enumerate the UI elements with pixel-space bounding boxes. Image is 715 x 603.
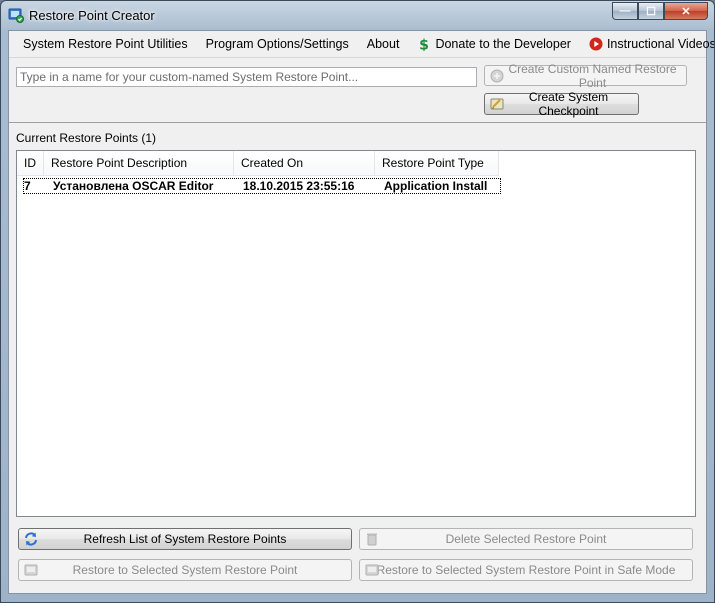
restore-button[interactable]: Restore to Selected System Restore Point (18, 559, 352, 581)
column-header-id[interactable]: ID (17, 151, 44, 175)
cell-description: Установлена OSCAR Editor (53, 179, 214, 193)
menu-instructional-videos[interactable]: Instructional Videos (580, 32, 715, 56)
title-bar[interactable]: Restore Point Creator — ☐ ✕ (1, 1, 714, 29)
menu-program-options[interactable]: Program Options/Settings (197, 32, 358, 56)
delete-restore-point-button[interactable]: Delete Selected Restore Point (359, 528, 693, 550)
menu-label: About (366, 37, 400, 51)
menu-bar: System Restore Point Utilities Program O… (9, 31, 714, 58)
app-window: Restore Point Creator — ☐ ✕ System Resto… (0, 0, 715, 603)
maximize-button[interactable]: ☐ (638, 2, 664, 20)
restore-icon (24, 564, 38, 576)
refresh-icon (25, 532, 37, 546)
column-header-description[interactable]: Restore Point Description (44, 151, 234, 175)
dollar-icon: $ (420, 38, 430, 52)
current-restore-points-label: Current Restore Points (1) (16, 131, 157, 145)
create-system-checkpoint-button[interactable]: Create System Checkpoint (484, 90, 639, 118)
menu-label: Instructional Videos (606, 37, 715, 51)
restore-label: Restore to Selected System Restore Point (72, 563, 298, 577)
window-controls: — ☐ ✕ (612, 2, 708, 20)
list-header: ID Restore Point Description Created On … (17, 151, 499, 176)
menu-donate[interactable]: $ Donate to the Developer (408, 32, 580, 56)
client-area: System Restore Point Utilities Program O… (8, 30, 714, 594)
cell-type: Application Install (384, 179, 488, 193)
checkpoint-icon (490, 98, 504, 110)
minimize-button[interactable]: — (612, 2, 638, 20)
table-row[interactable]: 7 Установлена OSCAR Editor 18.10.2015 23… (23, 178, 501, 194)
restore-points-list[interactable]: ID Restore Point Description Created On … (16, 150, 696, 517)
create-restore-point-icon (490, 69, 504, 82)
restore-safe-mode-icon (365, 564, 379, 576)
refresh-list-button[interactable]: Refresh List of System Restore Points (18, 528, 352, 550)
svg-text:$: $ (420, 38, 430, 52)
close-button[interactable]: ✕ (664, 2, 708, 20)
column-header-created-on[interactable]: Created On (234, 151, 375, 175)
menu-label: Donate to the Developer (435, 37, 571, 51)
refresh-list-label: Refresh List of System Restore Points (83, 532, 287, 546)
delete-restore-point-label: Delete Selected Restore Point (445, 532, 607, 546)
window-title: Restore Point Creator (29, 8, 155, 23)
play-icon (589, 37, 603, 51)
trash-icon (367, 533, 377, 546)
menu-label: Program Options/Settings (205, 37, 349, 51)
create-custom-restore-point-label: Create Custom Named Restore Point (508, 61, 677, 90)
restore-point-name-input[interactable] (16, 67, 477, 87)
menu-about[interactable]: About (358, 32, 409, 56)
restore-point-app-icon (8, 8, 24, 23)
create-system-checkpoint-label: Create System Checkpoint (528, 90, 609, 118)
cell-created-on: 18.10.2015 23:55:16 (243, 179, 355, 193)
menu-label: System Restore Point Utilities (23, 37, 188, 51)
menu-system-restore-point-utilities[interactable]: System Restore Point Utilities (9, 32, 197, 56)
cell-id: 7 (24, 179, 31, 193)
separator (9, 122, 706, 123)
column-header-type[interactable]: Restore Point Type (375, 151, 499, 175)
restore-safe-mode-label: Restore to Selected System Restore Point… (376, 563, 676, 577)
create-custom-restore-point-button[interactable]: Create Custom Named Restore Point (484, 62, 687, 90)
restore-safe-mode-button[interactable]: Restore to Selected System Restore Point… (359, 559, 693, 581)
